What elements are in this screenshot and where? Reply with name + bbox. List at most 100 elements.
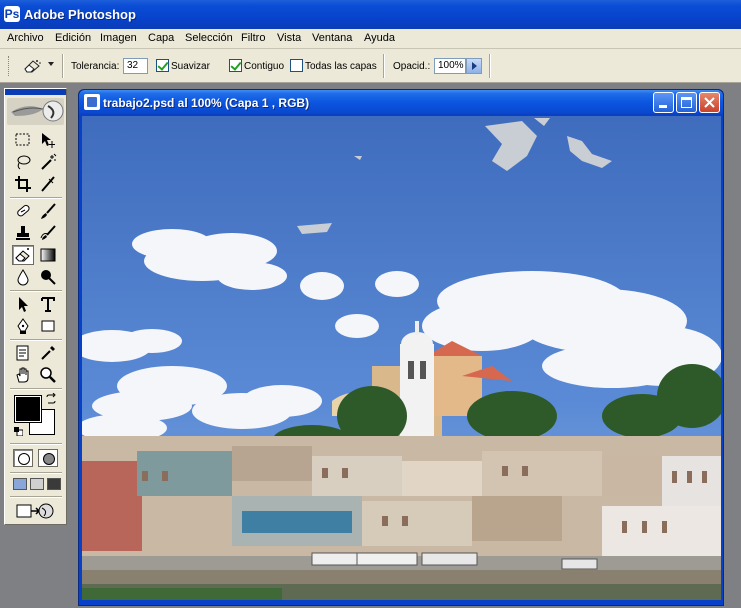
menu-vista[interactable]: Vista [277,32,301,44]
opacity-input[interactable]: 100% [434,58,466,74]
toolbox-divider [10,472,62,474]
brush-icon [41,203,56,219]
healing-brush-tool[interactable] [12,201,34,221]
toolbox-divider [10,197,62,199]
path-selection-icon [19,297,28,312]
switch-colors-icon[interactable] [45,393,57,405]
separator [62,54,64,78]
tool-preset-picker[interactable] [20,57,58,75]
tolerance-label: Tolerancia: [71,61,120,72]
all-layers-checkbox[interactable] [290,59,303,72]
toolbox-divider [10,443,62,445]
minimize-button[interactable] [653,92,674,113]
maximize-button[interactable] [676,92,697,113]
clone-stamp-tool[interactable] [12,223,34,243]
image-canvas[interactable] [82,116,721,600]
toolbox-header[interactable] [5,89,66,95]
adobe-online-button[interactable] [7,98,64,125]
photoshop-logo-icon: Ps [4,6,20,22]
shape-icon [41,320,55,332]
menu-archivo[interactable]: Archivo [7,32,44,44]
magic-eraser-icon [24,60,41,73]
foreground-color-swatch[interactable] [14,395,42,423]
close-button[interactable] [699,92,720,113]
hand-icon [16,367,29,383]
app-titlebar: Ps Adobe Photoshop [0,0,741,29]
document-window: trabajo2.psd al 100% (Capa 1 , RGB) [78,89,724,606]
close-icon [704,97,715,108]
marquee-tool[interactable] [12,130,34,150]
history-brush-tool[interactable] [37,223,59,243]
menu-ayuda[interactable]: Ayuda [364,32,395,44]
dodge-icon [41,270,56,285]
eyedropper-icon [41,346,55,360]
notes-tool[interactable] [12,343,34,363]
crop-tool[interactable] [12,174,34,194]
tolerance-input[interactable]: 32 [123,58,148,74]
history-brush-icon [40,225,56,240]
slice-icon [41,176,55,192]
all-layers-label: Todas las capas [305,61,377,72]
menu-capa[interactable]: Capa [148,32,174,44]
zoom-icon [40,367,56,383]
magic-wand-icon [41,153,57,170]
gradient-icon [40,248,56,262]
blur-tool[interactable] [12,267,34,287]
standard-screen-mode-button[interactable] [13,478,27,490]
toolbox-divider [10,290,62,292]
slice-tool[interactable] [37,174,59,194]
quick-mask-mode-button[interactable] [38,449,58,467]
dodge-tool[interactable] [37,267,59,287]
default-colors-icon[interactable] [14,427,23,436]
contiguous-checkbox[interactable] [229,59,242,72]
zoom-tool[interactable] [37,365,59,385]
menu-bar: Archivo Edición Imagen Capa Selección Fi… [0,29,741,49]
preset-caret-icon [48,62,54,66]
menu-ventana[interactable]: Ventana [312,32,352,44]
separator [489,54,491,78]
eyedropper-tool[interactable] [37,343,59,363]
document-icon [84,94,100,110]
jump-to-imageready-icon[interactable] [15,501,55,521]
maximize-icon [681,97,692,108]
full-screen-mode-button[interactable] [47,478,61,490]
toolbox-divider [10,388,62,390]
options-grip[interactable] [8,56,11,76]
full-screen-menu-mode-button[interactable] [30,478,44,490]
magic-eraser-tool[interactable] [12,245,34,265]
menu-filtro[interactable]: Filtro [241,32,265,44]
path-selection-tool[interactable] [12,294,34,314]
gradient-tool[interactable] [37,245,59,265]
minimize-icon [659,105,667,108]
feather-icon [11,100,64,122]
brush-tool[interactable] [37,201,59,221]
move-icon [42,133,55,148]
toolbox [4,88,67,525]
pen-tool[interactable] [12,316,34,336]
document-title: trabajo2.psd al 100% (Capa 1 , RGB) [103,96,310,110]
document-titlebar[interactable]: trabajo2.psd al 100% (Capa 1 , RGB) [79,90,723,115]
blur-icon [17,269,29,286]
menu-imagen[interactable]: Imagen [100,32,137,44]
options-bar: Tolerancia: 32 Suavizar Contiguo Todas l… [0,49,741,83]
magic-wand-tool[interactable] [37,152,59,172]
toolbox-divider [10,496,62,498]
standard-mode-button[interactable] [13,449,33,467]
separator [383,54,385,78]
magic-eraser-icon [15,248,30,262]
toolbox-divider [10,339,62,341]
move-tool[interactable] [37,130,59,150]
menu-edicion[interactable]: Edición [55,32,91,44]
pen-icon [17,318,29,334]
hand-tool[interactable] [12,365,34,385]
contiguous-label: Contiguo [244,61,285,72]
smooth-label: Suavizar [171,61,210,72]
type-tool[interactable] [37,294,59,314]
lasso-tool[interactable] [12,152,34,172]
lasso-icon [17,155,31,170]
opacity-slider-arrow-icon[interactable] [466,58,482,74]
smooth-checkbox[interactable] [156,59,169,72]
app-title: Adobe Photoshop [24,7,136,22]
menu-seleccion[interactable]: Selección [185,32,233,44]
shape-tool[interactable] [37,316,59,336]
